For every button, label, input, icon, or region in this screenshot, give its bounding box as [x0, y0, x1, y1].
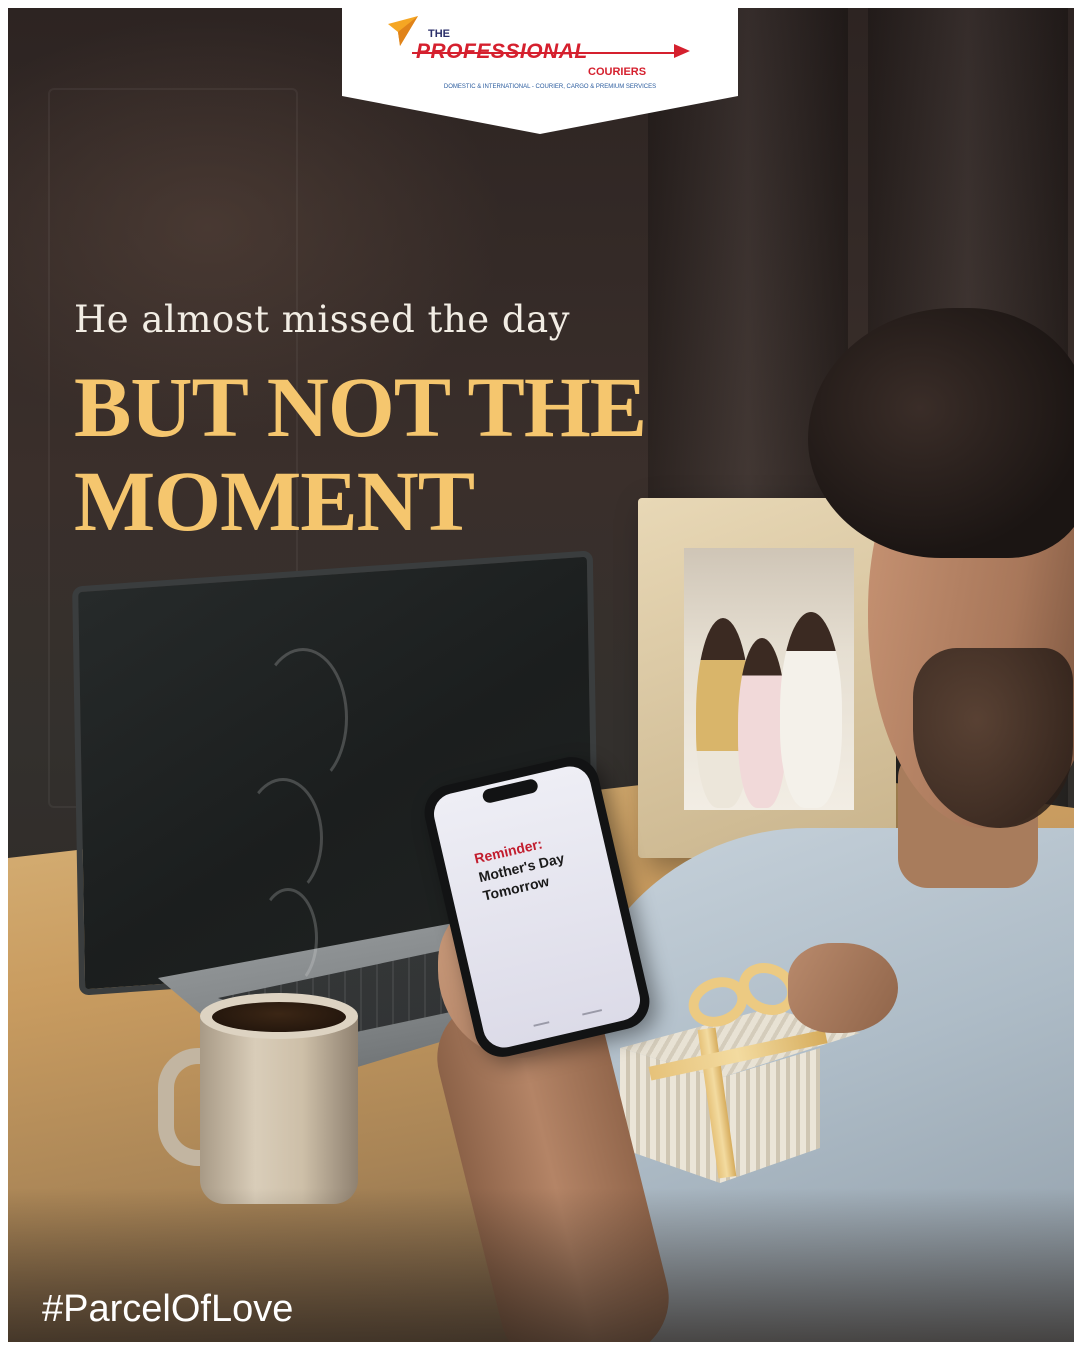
phone-notch — [481, 777, 540, 805]
family-photo — [684, 548, 854, 810]
ad-canvas: Reminder: Mother's Day Tomorrow He almos… — [8, 8, 1074, 1342]
logo-tagline: DOMESTIC & INTERNATIONAL - COURIER, CARG… — [443, 84, 657, 90]
coffee — [212, 1002, 346, 1032]
man-right-hand — [788, 943, 898, 1033]
steam — [258, 648, 348, 788]
headline-line-1: He almost missed the day — [74, 298, 571, 341]
airplane-icon — [674, 44, 690, 58]
reminder-notification: Reminder: Mother's Day Tomorrow — [473, 828, 583, 906]
paper-plane-icon — [388, 16, 418, 46]
logo-underline — [412, 52, 680, 54]
steam — [243, 778, 323, 898]
steam — [258, 888, 318, 988]
logo-couriers: COURIERS — [588, 66, 647, 78]
logo-the: THE — [428, 28, 450, 40]
hashtag: #ParcelOfLove — [42, 1288, 294, 1330]
headline-line-2: BUT NOT THE MOMENT — [74, 359, 647, 549]
phone-home-indicator — [533, 1021, 550, 1027]
phone-home-indicator — [582, 1009, 603, 1016]
